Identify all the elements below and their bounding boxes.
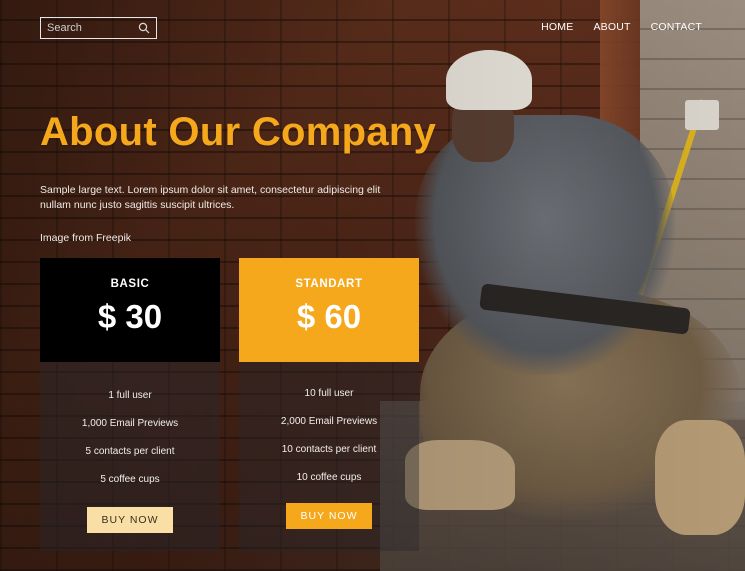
search-icon[interactable] — [138, 22, 150, 34]
nav-contact[interactable]: CONTACT — [651, 21, 702, 33]
feature-item: 1 full user — [108, 390, 152, 401]
page-title: About Our Company — [40, 110, 437, 154]
feature-item: 5 contacts per client — [85, 446, 175, 457]
nav-about[interactable]: ABOUT — [593, 21, 630, 33]
feature-item: 10 coffee cups — [296, 472, 362, 483]
feature-item: 1,000 Email Previews — [81, 418, 179, 429]
search-box[interactable] — [40, 17, 157, 39]
pricing-header-standart: STANDART $ 60 — [239, 258, 419, 362]
pricing-header-basic: BASIC $ 30 — [40, 258, 220, 362]
buy-now-button-standart[interactable]: BUY NOW — [286, 503, 372, 529]
feature-item: 10 full user — [304, 388, 354, 399]
feature-item: 10 contacts per client — [281, 444, 377, 455]
pricing-card-standart: STANDART $ 60 10 full user 2,000 Email P… — [239, 258, 419, 551]
main-nav: HOME ABOUT CONTACT — [541, 21, 702, 33]
plan-name: STANDART — [295, 278, 363, 290]
plan-name: BASIC — [110, 278, 150, 290]
search-input[interactable] — [47, 22, 135, 34]
image-credit: Image from Freepik — [40, 232, 132, 244]
plan-price: $ 60 — [296, 298, 362, 335]
pricing-card-basic: BASIC $ 30 1 full user 1,000 Email Previ… — [40, 258, 220, 551]
buy-now-button-basic[interactable]: BUY NOW — [87, 507, 173, 533]
feature-item: 2,000 Email Previews — [280, 416, 378, 427]
feature-item: 5 coffee cups — [100, 474, 160, 485]
nav-home[interactable]: HOME — [541, 21, 573, 33]
plan-price: $ 30 — [97, 298, 163, 335]
feature-list: 1 full user 1,000 Email Previews 5 conta… — [82, 390, 178, 502]
hero-description: Sample large text. Lorem ipsum dolor sit… — [40, 184, 381, 211]
feature-list: 10 full user 2,000 Email Previews 10 con… — [281, 388, 377, 500]
